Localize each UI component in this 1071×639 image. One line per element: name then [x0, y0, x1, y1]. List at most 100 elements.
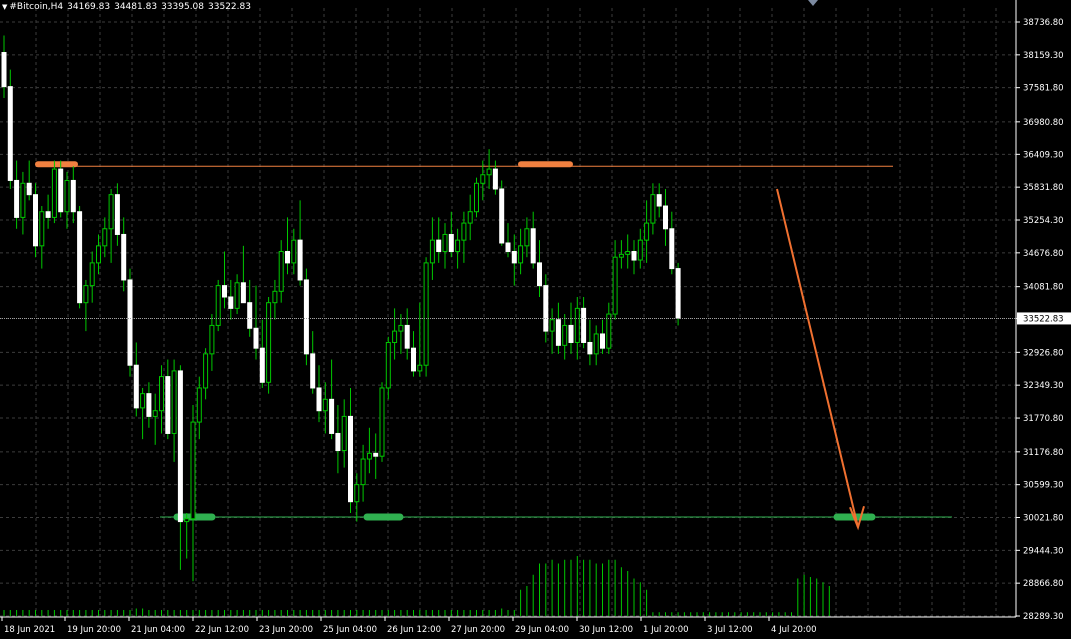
candle-body	[341, 415, 347, 452]
candle-body	[7, 86, 13, 181]
candle-body	[486, 168, 492, 176]
x-tick-label: 19 Jun 20:00	[67, 625, 121, 635]
candle-body	[114, 194, 120, 235]
x-tick-label: 25 Jun 04:00	[323, 625, 377, 635]
open-value: 34169.83	[67, 2, 111, 12]
candle-body	[152, 410, 158, 417]
candle-body	[373, 452, 379, 457]
candle-body	[442, 233, 448, 253]
y-tick-label: 36980.80	[1023, 118, 1064, 128]
candle-body	[335, 432, 341, 452]
x-tick-label: 1 Jul 20:00	[643, 625, 689, 635]
candle-body	[644, 222, 650, 241]
candle-body	[379, 387, 385, 457]
candle-body	[574, 307, 580, 343]
candle-body	[247, 302, 253, 329]
candle-body	[537, 262, 542, 287]
candle-body	[303, 279, 309, 355]
candle-body	[429, 239, 435, 264]
candle-body	[448, 233, 454, 253]
candle-body	[417, 364, 423, 372]
candle-body	[549, 319, 555, 332]
x-tick-label: 23 Jun 20:00	[259, 625, 313, 635]
candle-body	[234, 282, 240, 309]
y-tick-label: 33522.83	[1023, 314, 1064, 324]
candle-body	[385, 341, 391, 389]
candle-body	[637, 239, 643, 261]
y-tick-label: 36409.30	[1023, 150, 1064, 160]
candle-body	[102, 228, 108, 247]
symbol-label: #Bitcoin,H4	[9, 2, 64, 12]
x-tick-label: 29 Jun 04:00	[515, 625, 569, 635]
candle-body	[348, 415, 353, 503]
dropdown-triangle-icon[interactable]: ▼	[2, 3, 7, 11]
candle-body	[51, 168, 57, 218]
candle-body	[203, 353, 209, 389]
candle-body	[83, 285, 89, 304]
candle-body	[285, 251, 290, 264]
candle-body	[89, 262, 95, 287]
candle-body	[404, 324, 410, 349]
candle-body	[127, 279, 133, 366]
y-tick-label: 35831.80	[1023, 183, 1064, 193]
candle-body	[291, 239, 297, 264]
candle-body	[322, 398, 328, 412]
candle-body	[159, 376, 164, 412]
candle-body	[146, 393, 152, 417]
candle-body	[184, 518, 190, 523]
y-tick-label: 37581.80	[1023, 84, 1064, 94]
x-tick-label: 26 Jun 12:00	[387, 625, 441, 635]
close-value: 33522.83	[208, 2, 251, 12]
candle-body	[581, 307, 587, 343]
candle-body	[505, 242, 511, 253]
candle-body	[222, 285, 227, 298]
candle-body	[26, 182, 32, 196]
candle-body	[606, 313, 612, 349]
candle-body	[45, 211, 51, 218]
candle-body	[423, 262, 429, 366]
candle-body	[600, 333, 605, 349]
candle-body	[228, 296, 234, 309]
candle-body	[511, 251, 517, 264]
candle-body	[215, 285, 221, 326]
candle-body	[392, 330, 398, 343]
y-tick-label: 28289.30	[1023, 612, 1064, 622]
y-tick-label: 31770.80	[1023, 414, 1064, 424]
candle-body	[171, 370, 177, 434]
candle-body	[240, 282, 246, 304]
y-tick-label: 28866.80	[1023, 579, 1064, 589]
candle-body	[108, 194, 114, 230]
candle-body	[77, 211, 83, 304]
candle-body	[20, 182, 26, 218]
candle-body	[297, 239, 303, 281]
candle-body	[543, 285, 549, 332]
y-tick-label: 38736.80	[1023, 18, 1064, 28]
candle-body	[436, 239, 442, 253]
candle-body	[663, 205, 668, 230]
x-tick-label: 22 Jun 12:00	[195, 625, 249, 635]
y-tick-label: 32926.80	[1023, 348, 1064, 358]
price-chart[interactable]: 38736.80 38159.30 37581.80 36980.80 36409.30…	[0, 0, 1071, 639]
candle-body	[612, 256, 618, 315]
forecast-arrow-line[interactable]	[776, 188, 859, 528]
y-tick-label: 31176.80	[1023, 448, 1064, 458]
candle-body	[499, 188, 505, 244]
y-tick-label: 29444.30	[1023, 546, 1064, 556]
candle-body	[133, 364, 139, 409]
scroll-marker-icon[interactable]	[808, 0, 818, 6]
candle-body	[266, 302, 272, 383]
candle-body	[555, 319, 561, 346]
chart-header: ▼ #Bitcoin,H4 34169.83 34481.83 33395.08 3352…	[2, 2, 255, 12]
candle-body	[39, 211, 45, 247]
candle-body	[474, 182, 479, 213]
candle-body	[316, 387, 322, 412]
candle-body	[259, 347, 265, 383]
candle-body	[14, 179, 20, 218]
chart-window[interactable]: 38736.80 38159.30 37581.80 36980.80 36409.30…	[0, 0, 1071, 639]
candle-body	[411, 347, 416, 372]
x-tick-label: 4 Jul 20:00	[771, 625, 817, 635]
candle-body	[310, 353, 316, 389]
y-tick-label: 34081.80	[1023, 283, 1064, 293]
candle-body	[196, 387, 202, 423]
x-tick-label: 21 Jun 04:00	[131, 625, 185, 635]
